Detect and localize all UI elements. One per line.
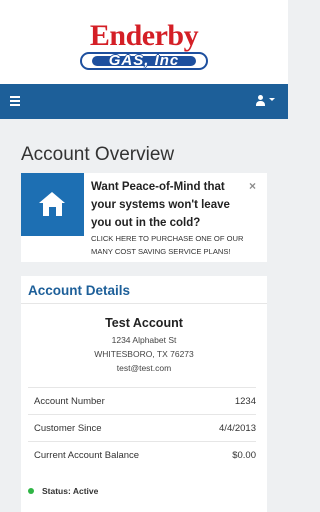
- row-value: 4/4/2013: [219, 423, 256, 434]
- promo-title: Want Peace-of-Mind that your systems won…: [91, 181, 230, 229]
- header-logo-bar: Enderby GAS, Inc: [0, 0, 288, 84]
- caret-down-icon: [269, 98, 275, 101]
- close-icon[interactable]: ×: [249, 180, 256, 192]
- account-email: test@test.com: [116, 363, 172, 373]
- account-name: Test Account: [105, 316, 183, 330]
- row-value: $0.00: [232, 450, 256, 461]
- account-address-line2: WHITESBORO, TX 76273: [94, 349, 194, 359]
- account-address-line1: 1234 Alphabet St: [111, 335, 177, 345]
- account-details-card: Account Details Test Account 1234 Alphab…: [21, 276, 267, 512]
- logo-subtitle: GAS, Inc: [108, 52, 180, 69]
- service-plan-promo[interactable]: Want Peace-of-Mind that your systems won…: [21, 173, 267, 262]
- user-icon: [258, 95, 263, 100]
- account-details-title: Account Details: [28, 283, 131, 298]
- user-menu-button[interactable]: [256, 94, 278, 108]
- status-text: Status: Active: [42, 486, 99, 496]
- promo-icon-box: [21, 173, 84, 236]
- row-label: Current Account Balance: [34, 450, 140, 461]
- account-details-header: Account Details: [21, 276, 267, 304]
- hamburger-icon[interactable]: [10, 96, 20, 106]
- page-title: Account Overview: [21, 144, 175, 165]
- account-number-row: Account Number 1234: [28, 387, 256, 414]
- row-value: 1234: [234, 396, 256, 407]
- row-label: Customer Since: [34, 423, 102, 434]
- logo-wordmark: Enderby: [89, 19, 199, 52]
- customer-since-row: Customer Since 4/4/2013: [28, 414, 256, 441]
- row-label: Account Number: [34, 396, 105, 407]
- enderby-gas-logo[interactable]: Enderby GAS, Inc: [72, 20, 216, 72]
- promo-link[interactable]: Click here to purchase one of our many c…: [91, 232, 263, 258]
- account-balance-row: Current Account Balance $0.00: [28, 441, 256, 468]
- status-dot-icon: [28, 488, 34, 494]
- navbar: [0, 84, 288, 119]
- home-icon: [39, 192, 66, 216]
